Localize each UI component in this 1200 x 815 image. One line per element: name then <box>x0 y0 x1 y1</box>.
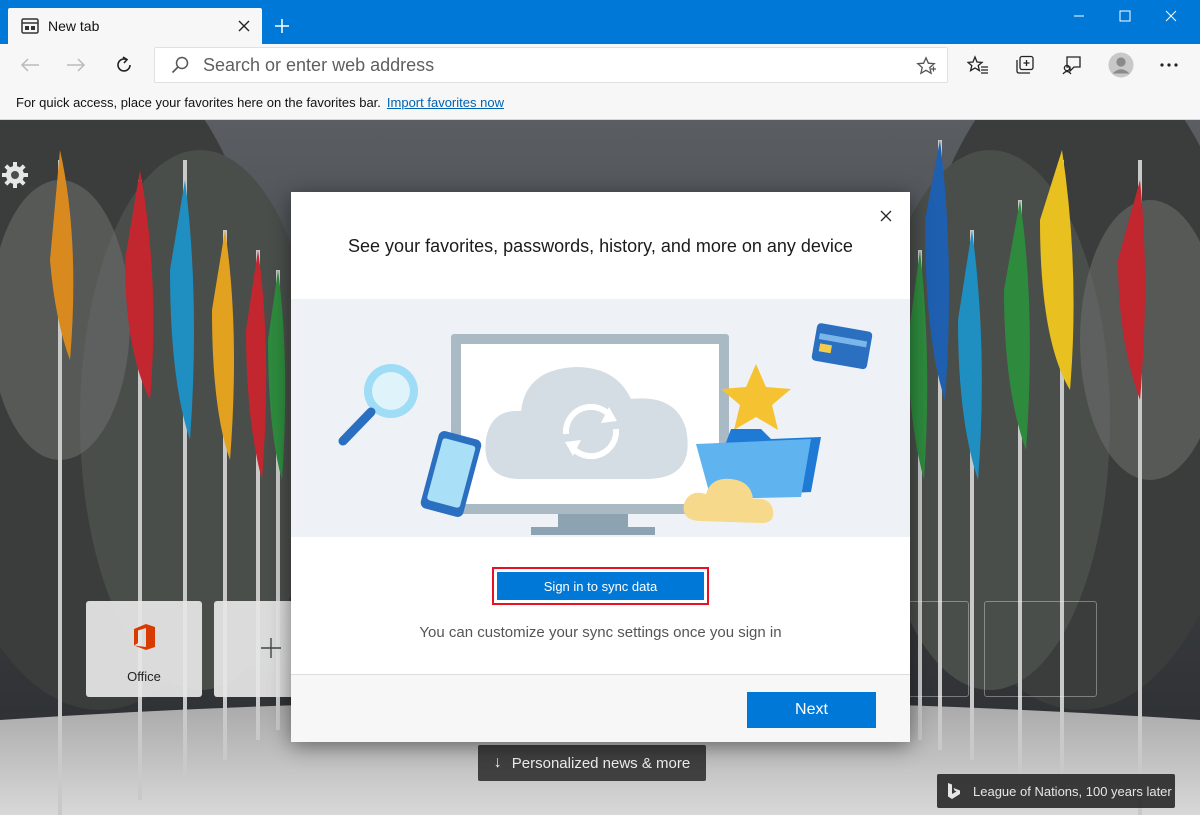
sync-dialog: See your favorites, passwords, history, … <box>291 192 910 742</box>
plus-icon <box>261 638 281 658</box>
collections-icon <box>1016 55 1034 74</box>
profile-button[interactable] <box>1103 48 1139 82</box>
sync-illustration <box>291 299 910 537</box>
dialog-title: See your favorites, passwords, history, … <box>348 236 853 256</box>
arrow-down-icon: ↓ <box>493 754 502 771</box>
add-favorite-star-icon[interactable] <box>915 55 937 77</box>
maximize-button[interactable] <box>1102 0 1148 32</box>
favorites-bar-message: For quick access, place your favorites h… <box>16 95 381 110</box>
favorites-icon <box>967 55 988 74</box>
close-icon[interactable] <box>230 12 258 40</box>
minimize-icon <box>1074 15 1084 17</box>
title-bar: New tab <box>0 0 1200 44</box>
minimize-button[interactable] <box>1056 0 1102 32</box>
collections-button[interactable] <box>1007 48 1043 82</box>
tab-title: New tab <box>48 18 100 34</box>
refresh-icon <box>117 56 131 72</box>
dialog-subtitle: You can customize your sync settings onc… <box>419 624 782 641</box>
toolbar <box>0 44 1200 86</box>
tile-label-office: Office <box>127 669 161 684</box>
image-credit-label: League of Nations, 100 years later <box>973 783 1172 799</box>
bing-icon <box>948 783 960 799</box>
address-input[interactable] <box>203 54 893 76</box>
refresh-button[interactable] <box>106 48 142 82</box>
more-icon <box>1160 63 1178 67</box>
newtab-icon <box>20 16 40 36</box>
feedback-icon <box>1062 56 1081 75</box>
next-button[interactable]: Next <box>747 692 876 728</box>
close-icon[interactable] <box>876 206 896 226</box>
plus-icon <box>275 19 289 33</box>
office-icon <box>134 624 155 650</box>
close-icon <box>1165 10 1177 22</box>
forward-button[interactable] <box>58 48 94 82</box>
favorites-bar: For quick access, place your favorites h… <box>0 86 1200 120</box>
forward-icon <box>67 58 86 72</box>
back-icon <box>20 58 39 72</box>
news-button-label: Personalized news & more <box>511 754 691 772</box>
quick-link-office[interactable]: Office <box>86 601 202 697</box>
profile-icon <box>1108 52 1134 78</box>
back-button[interactable] <box>12 48 48 82</box>
image-credit[interactable]: League of Nations, 100 years later <box>937 774 1175 808</box>
address-bar[interactable] <box>154 47 948 83</box>
personalized-news-button[interactable]: ↓ Personalized news & more <box>478 745 706 781</box>
more-button[interactable] <box>1151 48 1187 82</box>
window-close-button[interactable] <box>1148 0 1194 32</box>
tab-new-tab[interactable]: New tab <box>8 8 262 44</box>
search-icon <box>169 54 191 76</box>
dialog-footer: Next <box>291 675 910 742</box>
maximize-icon <box>1119 10 1131 22</box>
favorites-button[interactable] <box>960 48 996 82</box>
new-tab-button[interactable] <box>266 10 298 42</box>
feedback-button[interactable] <box>1054 48 1090 82</box>
sync-button-highlight: Sign in to sync data <box>492 567 709 605</box>
empty-tile[interactable] <box>984 601 1097 697</box>
sign-in-sync-button[interactable]: Sign in to sync data <box>497 572 704 600</box>
settings-gear-icon[interactable] <box>0 160 30 190</box>
import-favorites-link[interactable]: Import favorites now <box>387 95 504 110</box>
